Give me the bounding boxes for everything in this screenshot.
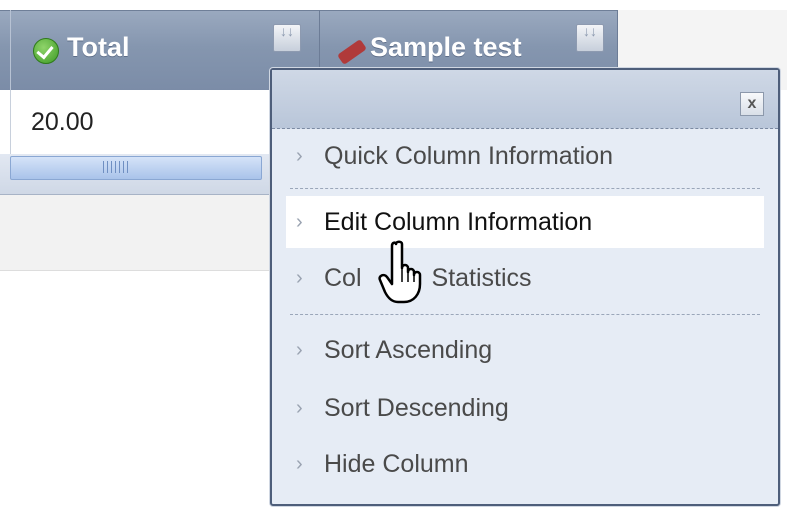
hand-pointer-icon — [378, 240, 422, 304]
menu-item-label: Hide Column — [324, 450, 469, 478]
menu-item-quick-column-information[interactable]: › Quick Column Information — [286, 130, 764, 182]
menu-item-label: Sort Ascending — [324, 336, 493, 364]
scrollbar-thumb[interactable] — [10, 156, 262, 180]
cell-value: 20.00 — [31, 108, 94, 136]
menu-item-label: Quick Column Information — [324, 142, 614, 170]
menu-separator — [290, 314, 760, 315]
column-header-label: Total — [67, 32, 130, 62]
chevron-right-icon: › — [296, 267, 303, 289]
chevron-right-icon: › — [296, 397, 303, 419]
menu-item-column-statistics[interactable]: › Col Statistics — [286, 252, 764, 304]
chevron-right-icon: › — [296, 211, 303, 233]
chevron-right-icon: › — [296, 339, 303, 361]
column-context-menu: x › Quick Column Information › Edit Colu… — [270, 68, 780, 506]
chevron-right-icon: › — [296, 145, 303, 167]
menu-item-label-suffix: Statistics — [431, 264, 532, 292]
menu-item-label-prefix: Col — [324, 264, 362, 292]
column-menu-chevron-icon[interactable]: ↓↓ — [576, 24, 604, 52]
menu-item-hide-column[interactable]: › Hide Column — [286, 438, 764, 490]
grip-icon — [103, 161, 131, 173]
menu-titlebar: x — [272, 70, 778, 129]
check-icon — [33, 38, 59, 64]
close-icon[interactable]: x — [740, 92, 764, 116]
menu-item-sort-ascending[interactable]: › Sort Ascending — [286, 324, 764, 376]
menu-item-sort-descending[interactable]: › Sort Descending — [286, 382, 764, 434]
chevron-right-icon: › — [296, 453, 303, 475]
menu-item-label: Sort Descending — [324, 394, 509, 422]
menu-item-label: Edit Column Information — [324, 208, 593, 236]
pencil-icon — [337, 39, 367, 65]
menu-separator — [290, 188, 760, 189]
menu-item-edit-column-information[interactable]: › Edit Column Information — [286, 196, 764, 248]
column-menu-chevron-icon[interactable]: ↓↓ — [273, 24, 301, 52]
top-strip — [0, 0, 787, 10]
column-header-label: Sample test — [370, 32, 522, 62]
